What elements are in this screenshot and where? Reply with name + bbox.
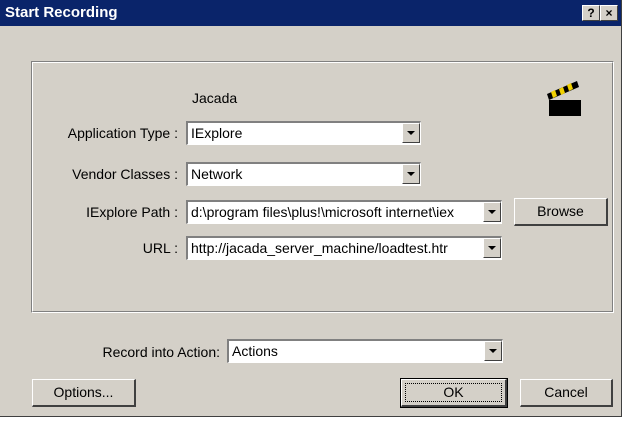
record-into-action-label: Record into Action: — [102, 344, 220, 360]
application-type-dropdown-button[interactable] — [402, 123, 420, 143]
chevron-down-icon — [407, 131, 415, 135]
vendor-classes-value: Network — [191, 166, 243, 182]
title-bar: Start Recording ? × — [0, 0, 621, 26]
url-combo[interactable]: http://jacada_server_machine/loadtest.ht… — [186, 236, 502, 260]
application-type-label: Application Type : — [67, 125, 178, 141]
url-value: http://jacada_server_machine/loadtest.ht… — [191, 240, 448, 256]
iexplore-path-combo[interactable]: d:\program files\plus!\microsoft interne… — [186, 200, 502, 224]
iexplore-path-value: d:\program files\plus!\microsoft interne… — [191, 204, 454, 220]
url-label: URL : — [142, 240, 178, 256]
record-into-action-value: Actions — [232, 343, 278, 359]
iexplore-path-dropdown-button[interactable] — [483, 202, 501, 222]
recording-settings-group — [31, 61, 614, 313]
browse-button[interactable]: Browse — [514, 198, 608, 226]
vendor-classes-dropdown-button[interactable] — [402, 164, 420, 184]
vendor-classes-label: Vendor Classes : — [72, 166, 178, 182]
vendor-classes-combo[interactable]: Network — [186, 162, 421, 186]
help-button[interactable]: ? — [582, 5, 600, 21]
iexplore-path-label: IExplore Path : — [86, 204, 178, 220]
cancel-button[interactable]: Cancel — [520, 379, 613, 407]
record-into-action-combo[interactable]: Actions — [227, 339, 503, 363]
focus-rectangle — [405, 383, 502, 402]
clapperboard-icon — [547, 81, 581, 116]
start-recording-dialog: Start Recording ? × Jacada Application T… — [0, 0, 622, 417]
window-title: Start Recording — [5, 4, 118, 21]
application-type-value: IExplore — [191, 125, 243, 141]
group-heading: Jacada — [192, 90, 238, 106]
chevron-down-icon — [488, 246, 496, 250]
ok-button[interactable]: OK — [400, 378, 508, 408]
chevron-down-icon — [489, 349, 497, 353]
record-into-action-dropdown-button[interactable] — [484, 341, 502, 361]
application-type-combo[interactable]: IExplore — [186, 121, 421, 145]
options-button[interactable]: Options... — [32, 379, 136, 407]
chevron-down-icon — [407, 172, 415, 176]
close-button[interactable]: × — [600, 5, 618, 21]
chevron-down-icon — [488, 210, 496, 214]
url-dropdown-button[interactable] — [483, 238, 501, 258]
